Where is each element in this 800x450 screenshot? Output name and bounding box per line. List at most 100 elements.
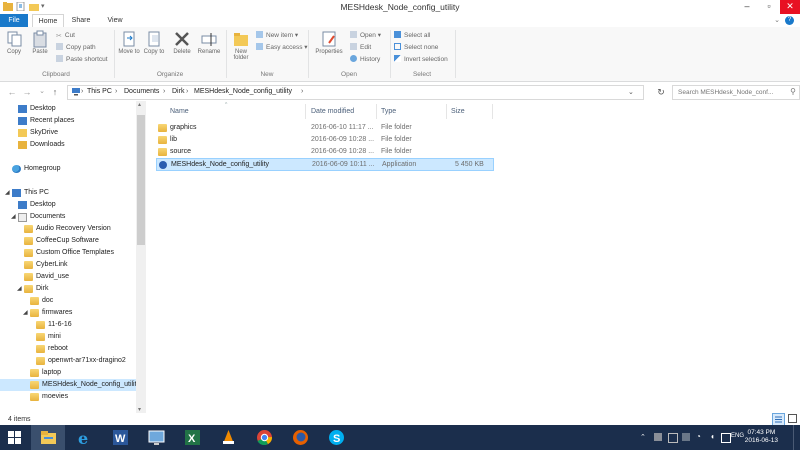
taskbar-file-explorer[interactable] (31, 425, 65, 450)
paste-shortcut-button[interactable]: Paste shortcut (56, 55, 108, 65)
nav-item[interactable]: laptop (0, 367, 136, 379)
input-language[interactable]: ENG (731, 433, 744, 439)
breadcrumb-this-pc[interactable]: This PC (87, 88, 112, 95)
nav-item[interactable]: ◢ Documents (0, 211, 136, 223)
tray-app-icon[interactable] (654, 433, 662, 441)
file-row[interactable]: lib 2016-06-09 10:28 ... File folder (156, 134, 492, 146)
tab-view[interactable]: View (99, 14, 131, 27)
breadcrumb-dirk[interactable]: Dirk (172, 88, 184, 95)
nav-item[interactable]: ◢ This PC (0, 187, 136, 199)
open-button[interactable]: Open ▾ (350, 31, 381, 41)
search-icon[interactable]: ⚲ (790, 87, 796, 96)
nav-pane-scrollbar[interactable]: ▴ ▾ (136, 101, 146, 413)
scroll-up-icon[interactable]: ▴ (138, 101, 141, 108)
nav-item[interactable]: SkyDrive (0, 127, 136, 139)
wifi-icon[interactable]: ◔ (696, 432, 701, 441)
rename-button[interactable]: Rename (196, 30, 222, 55)
nav-item[interactable]: doc (0, 295, 136, 307)
select-all-button[interactable]: Select all (394, 31, 430, 41)
nav-item[interactable]: CoffeeCup Software (0, 235, 136, 247)
taskbar-remote-desktop[interactable] (139, 425, 173, 450)
tab-file[interactable]: File (0, 14, 28, 27)
expand-ribbon-icon[interactable]: ⌄ (774, 16, 780, 24)
up-arrow-icon[interactable]: ↑ (49, 86, 61, 98)
speaker-icon[interactable]: ◖ (710, 432, 715, 441)
taskbar-excel[interactable]: X (175, 425, 209, 450)
move-to-button[interactable]: Move to (118, 30, 140, 55)
new-folder-button[interactable]: New folder (229, 30, 253, 61)
nav-item[interactable]: David_use (0, 271, 136, 283)
breadcrumb-documents[interactable]: Documents (124, 88, 159, 95)
maximize-button[interactable]: ▫ (758, 0, 780, 14)
history-button[interactable]: History (350, 55, 380, 65)
nav-item[interactable]: Downloads (0, 139, 136, 151)
file-row[interactable]: MESHdesk_Node_config_utility 2016-06-09 1… (156, 158, 494, 171)
breadcrumb-current-folder[interactable]: MESHdesk_Node_config_utility (194, 88, 292, 95)
taskbar-word[interactable]: W (103, 425, 137, 450)
nav-item[interactable]: CyberLink (0, 259, 136, 271)
expand-arrow-icon[interactable]: ◢ (23, 307, 28, 319)
delete-button[interactable]: Delete (170, 30, 194, 55)
recent-locations-chevron-icon[interactable]: ⌄ (36, 86, 48, 98)
nav-item[interactable]: moevies (0, 391, 136, 403)
new-item-button[interactable]: New item ▾ (256, 31, 298, 41)
nav-item[interactable]: reboot (0, 343, 136, 355)
address-dropdown-icon[interactable]: ⌄ (628, 88, 634, 96)
nav-item[interactable]: Desktop (0, 103, 136, 115)
cut-button[interactable]: ✂ Cut (56, 31, 75, 41)
copy-button[interactable]: Copy (3, 30, 25, 55)
nav-item[interactable]: ◢ firmwares (0, 307, 136, 319)
select-none-button[interactable]: Select none (394, 43, 438, 53)
column-header-type[interactable]: Type (381, 108, 396, 115)
easy-access-button[interactable]: Easy access ▾ (256, 43, 308, 53)
taskbar-firefox[interactable] (283, 425, 317, 450)
scroll-down-icon[interactable]: ▾ (138, 406, 141, 413)
address-bar[interactable]: › This PC › Documents › Dirk › MESHdesk_… (67, 85, 644, 100)
expand-arrow-icon[interactable]: ◢ (5, 187, 10, 199)
taskbar-internet-explorer[interactable]: e (67, 425, 101, 450)
back-arrow-icon[interactable]: ← (6, 86, 18, 98)
column-header-size[interactable]: Size (451, 108, 465, 115)
show-desktop-button[interactable] (793, 425, 800, 450)
file-row[interactable]: graphics 2016-06-10 11:17 ... File folder (156, 122, 492, 134)
nav-item[interactable]: Homegroup (0, 163, 136, 175)
clock[interactable]: 07:43 PM 2016-06-13 (745, 429, 778, 445)
tray-app-icon[interactable] (682, 433, 690, 441)
nav-item[interactable]: 11-6-16 (0, 319, 136, 331)
forward-arrow-icon[interactable]: → (21, 86, 33, 98)
nav-item[interactable]: Recent places (0, 115, 136, 127)
tab-home[interactable]: Home (32, 14, 64, 28)
minimize-button[interactable]: – (736, 0, 758, 14)
expand-arrow-icon[interactable]: ◢ (17, 283, 22, 295)
edit-button[interactable]: Edit (350, 43, 371, 53)
paste-button[interactable]: Paste (28, 30, 52, 55)
nav-item[interactable]: Audio Recovery Version (0, 223, 136, 235)
action-center-icon[interactable] (721, 433, 731, 443)
refresh-icon[interactable]: ↻ (655, 86, 667, 98)
expand-arrow-icon[interactable]: ◢ (11, 211, 16, 223)
invert-selection-button[interactable]: Invert selection (394, 55, 448, 65)
search-input[interactable] (673, 86, 790, 98)
nav-item[interactable]: mini (0, 331, 136, 343)
close-button[interactable]: ✕ (780, 0, 800, 14)
large-icons-view-icon[interactable] (787, 413, 798, 424)
taskbar-skype[interactable]: S (319, 425, 353, 450)
copy-to-button[interactable]: Copy to (143, 30, 165, 55)
nav-item[interactable]: Desktop (0, 199, 136, 211)
taskbar-chrome[interactable] (247, 425, 281, 450)
nav-item[interactable]: openwrt-ar71xx-dragino2 (0, 355, 136, 367)
nav-item[interactable]: ◢ Dirk (0, 283, 136, 295)
properties-button[interactable]: Properties (311, 30, 347, 55)
column-header-date-modified[interactable]: Date modified (311, 108, 354, 115)
taskbar-vlc[interactable] (211, 425, 245, 450)
tray-overflow-icon[interactable]: ⌃ (640, 433, 646, 441)
tray-app-icon[interactable] (668, 433, 678, 443)
scrollbar-thumb[interactable] (137, 115, 145, 245)
file-row[interactable]: source 2016-06-09 10:28 ... File folder (156, 146, 492, 158)
start-button[interactable] (0, 425, 30, 450)
nav-item[interactable]: Custom Office Templates (0, 247, 136, 259)
search-box[interactable]: ⚲ (672, 85, 800, 100)
copy-path-button[interactable]: Copy path (56, 43, 96, 53)
nav-item[interactable]: MESHdesk_Node_config_utility (0, 379, 140, 391)
tab-share[interactable]: Share (66, 14, 96, 27)
